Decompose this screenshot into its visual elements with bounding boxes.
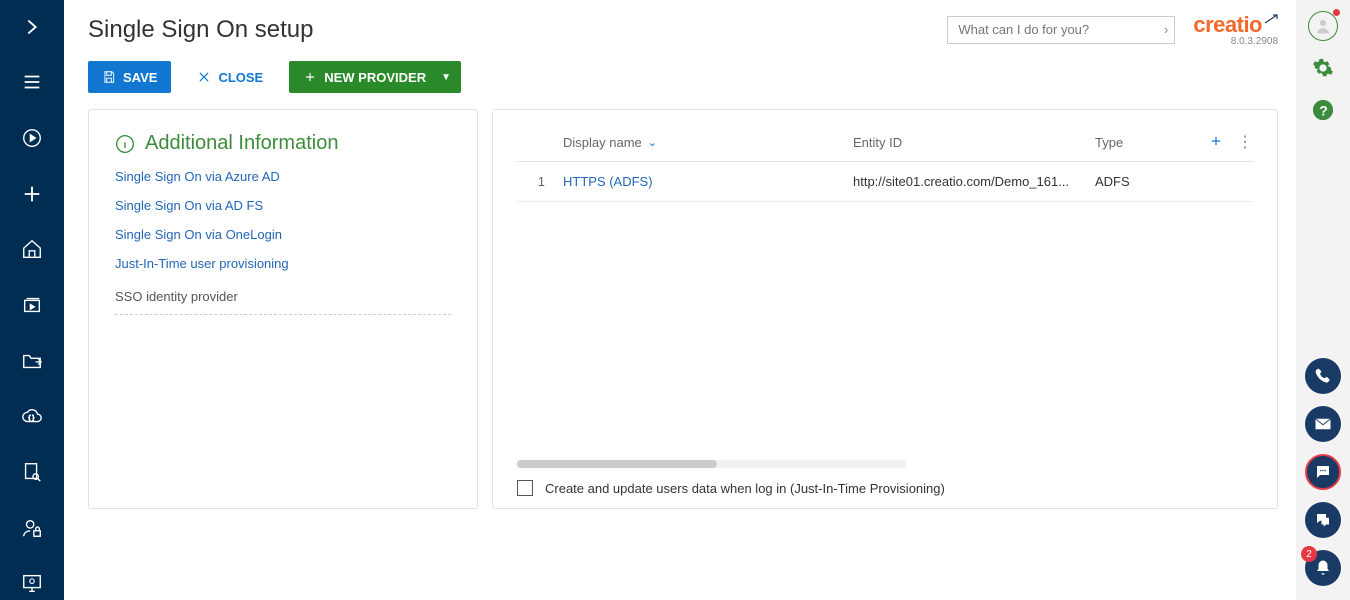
jit-checkbox-row[interactable]: Create and update users data when log in… xyxy=(517,480,1253,496)
expand-nav-icon[interactable] xyxy=(12,10,52,44)
search-input[interactable] xyxy=(958,22,1164,37)
cloud-code-icon[interactable]: { } xyxy=(12,400,52,434)
link-ad-fs[interactable]: Single Sign On via AD FS xyxy=(115,198,451,213)
svg-text:?: ? xyxy=(1319,104,1327,119)
more-actions-button[interactable]: ⋮ xyxy=(1237,138,1253,148)
plus-icon xyxy=(303,70,317,84)
info-links: Single Sign On via Azure AD Single Sign … xyxy=(115,169,451,271)
menu-icon[interactable] xyxy=(12,66,52,100)
table-row[interactable]: 1 HTTPS (ADFS) http://site01.creatio.com… xyxy=(517,162,1253,202)
presence-dot-icon xyxy=(1333,9,1340,16)
monitor-settings-icon[interactable] xyxy=(12,567,52,600)
notifications-button[interactable]: 2 xyxy=(1305,550,1341,586)
link-jit-provisioning[interactable]: Just-In-Time user provisioning xyxy=(115,256,451,271)
additional-info-panel: Additional Information Single Sign On vi… xyxy=(88,109,478,509)
row-type: ADFS xyxy=(1095,174,1195,189)
topbar: Single Sign On setup › creatio 8.0.3.290… xyxy=(88,12,1278,47)
row-display-name[interactable]: HTTPS (ADFS) xyxy=(563,174,853,189)
add-row-button[interactable] xyxy=(1209,134,1223,151)
left-nav: { } xyxy=(0,0,64,600)
play-icon[interactable] xyxy=(12,121,52,155)
jit-label: Create and update users data when log in… xyxy=(545,481,945,496)
scrollbar-thumb[interactable] xyxy=(517,460,717,468)
notif-badge: 2 xyxy=(1301,546,1317,562)
additional-info-heading: Additional Information xyxy=(115,132,451,155)
chevron-right-icon[interactable]: › xyxy=(1164,22,1168,37)
providers-table-head: Display name ⌄ Entity ID Type ⋮ xyxy=(517,130,1253,162)
new-provider-button[interactable]: NEW PROVIDER ▼ xyxy=(289,61,461,93)
close-button[interactable]: CLOSE xyxy=(183,61,277,93)
profile-avatar[interactable] xyxy=(1307,10,1339,42)
library-icon[interactable] xyxy=(12,288,52,322)
add-icon[interactable] xyxy=(12,177,52,211)
action-bar: SAVE CLOSE NEW PROVIDER ▼ xyxy=(88,61,1278,93)
page-title: Single Sign On setup xyxy=(88,16,313,44)
col-entity-id[interactable]: Entity ID xyxy=(853,135,1095,150)
brand-version: 8.0.3.2908 xyxy=(1231,36,1278,47)
providers-panel: Display name ⌄ Entity ID Type ⋮ 1 HTTPS … xyxy=(492,109,1278,509)
user-lock-icon[interactable] xyxy=(12,511,52,545)
content: Additional Information Single Sign On vi… xyxy=(88,109,1278,509)
close-icon xyxy=(197,70,211,84)
row-entity-id: http://site01.creatio.com/Demo_161... xyxy=(853,174,1095,189)
main-area: Single Sign On setup › creatio 8.0.3.290… xyxy=(64,0,1296,600)
document-search-icon[interactable] xyxy=(12,455,52,489)
jit-checkbox[interactable] xyxy=(517,480,533,496)
mail-button[interactable] xyxy=(1305,406,1341,442)
right-rail: ? 2 xyxy=(1296,0,1350,600)
home-icon[interactable] xyxy=(12,233,52,267)
info-icon xyxy=(115,134,135,154)
caret-down-icon: ▼ xyxy=(441,72,451,83)
horizontal-scrollbar[interactable] xyxy=(517,460,907,468)
col-type[interactable]: Type xyxy=(1095,135,1195,150)
row-index: 1 xyxy=(517,174,563,189)
link-azure-ad[interactable]: Single Sign On via Azure AD xyxy=(115,169,451,184)
save-button[interactable]: SAVE xyxy=(88,61,171,93)
brand-block: creatio 8.0.3.2908 xyxy=(1193,12,1278,47)
feed-button[interactable] xyxy=(1305,502,1341,538)
sso-provider-label: SSO identity provider xyxy=(115,289,451,315)
save-icon xyxy=(102,70,116,84)
folder-import-icon[interactable] xyxy=(12,344,52,378)
settings-button[interactable] xyxy=(1307,52,1339,84)
chevron-down-icon: ⌄ xyxy=(648,136,657,149)
phone-button[interactable] xyxy=(1305,358,1341,394)
help-button[interactable]: ? xyxy=(1307,94,1339,126)
link-onelogin[interactable]: Single Sign On via OneLogin xyxy=(115,227,451,242)
col-display-name[interactable]: Display name ⌄ xyxy=(563,135,853,150)
svg-text:{ }: { } xyxy=(28,415,35,422)
brand-logo: creatio xyxy=(1193,12,1278,38)
chat-button[interactable] xyxy=(1305,454,1341,490)
global-search[interactable]: › xyxy=(947,16,1175,44)
